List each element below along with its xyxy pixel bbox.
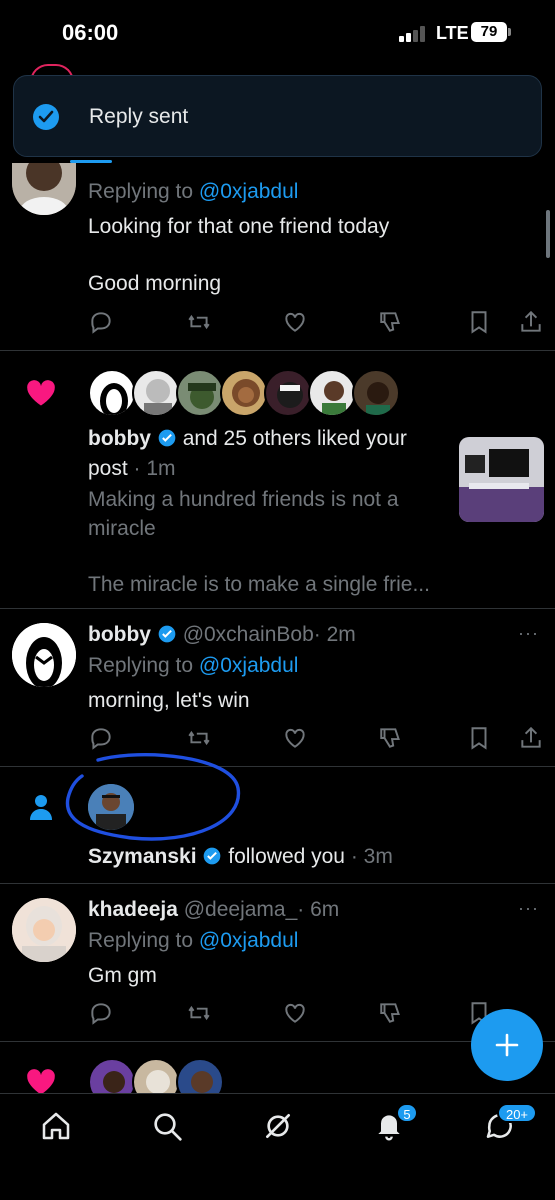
avatar[interactable] [264,369,312,417]
user-name[interactable]: Szymanski [88,845,197,868]
replying-to-line: Replying to @0xjabdul [88,180,299,203]
more-options-icon[interactable]: ··· [518,898,539,919]
more-options-icon[interactable]: ··· [518,623,539,644]
notifications-badge: 5 [396,1103,418,1123]
like-icon[interactable] [282,309,308,335]
search-icon[interactable] [151,1110,183,1142]
retweet-icon[interactable] [186,1000,212,1026]
avatar[interactable] [88,784,134,830]
avatar[interactable] [352,369,400,417]
user-handle: @deejama_ [183,898,298,921]
follow-line: Szymanski followed you · 3m [88,845,393,868]
like-icon[interactable] [282,1000,308,1026]
action-bar [88,309,548,337]
timestamp: · 6m [297,898,340,921]
avatar[interactable] [176,369,224,417]
user-name[interactable]: khadeeja [88,898,178,921]
user-handle: @0xchainBob [182,623,314,646]
verified-badge-icon [158,625,176,643]
replying-to-handle[interactable]: @0xjabdul [199,180,299,203]
notification-reply-khadeeja[interactable]: khadeeja @deejama_· 6m ··· Replying to @… [0,884,555,1042]
messages-badge: 20+ [497,1103,537,1123]
status-time: 06:00 [62,20,119,45]
avatar[interactable] [132,369,180,417]
post-preview-line1: Making a hundred friends is not a [88,488,399,511]
compose-button[interactable] [471,1009,543,1081]
share-icon[interactable] [518,725,544,751]
replying-to-handle[interactable]: @0xjabdul [199,654,299,677]
like-line2: post · 1m [88,457,176,480]
reply-header: bobby @0xchainBob· 2m [88,623,356,647]
notification-reply-1[interactable]: Replying to @0xjabdul Looking for that o… [0,163,555,351]
timestamp: · 3m [350,845,393,868]
avatar[interactable] [308,369,356,417]
share-icon[interactable] [518,309,544,335]
downvote-icon[interactable] [378,1000,404,1026]
liker-avatars[interactable] [88,369,408,417]
network-label: LTE [436,23,469,43]
replying-to-line: Replying to @0xjabdul [88,654,299,677]
reply-body-line1: Looking for that one friend today [88,215,390,238]
like-line1: bobby and 25 others liked your [88,427,407,450]
avatar[interactable] [12,898,76,962]
person-icon [30,795,52,820]
notification-follow[interactable]: Szymanski followed you · 3m [0,767,555,884]
notification-reply-bobby[interactable]: bobby @0xchainBob· 2m ··· Replying to @0… [0,609,555,767]
avatar[interactable] [220,369,268,417]
verified-badge-icon [158,429,176,447]
reply-body: morning, let's win [88,689,250,712]
retweet-icon[interactable] [186,309,212,335]
status-bar: 06:00 LTE 79 [0,0,555,64]
avatar[interactable] [88,369,136,417]
post-preview-line3: The miracle is to make a single frie... [88,573,430,596]
bookmark-icon[interactable] [466,725,492,751]
user-name[interactable]: bobby [88,623,151,646]
heart-icon [27,1069,55,1095]
verified-badge-icon [204,847,221,865]
scrollbar[interactable] [546,210,550,258]
notification-like[interactable]: bobby and 25 others liked your post · 1m… [0,351,555,609]
reply-body-line2: Good morning [88,272,222,295]
plus-icon [495,1033,519,1057]
avatar[interactable] [12,623,76,687]
post-thumbnail[interactable] [459,437,544,522]
signal-icon [399,26,427,42]
reply-icon[interactable] [88,309,114,335]
avatar[interactable] [12,163,76,215]
grok-icon[interactable] [262,1110,294,1142]
timestamp: · 2m [313,623,356,646]
check-icon [33,104,59,130]
battery-icon: 79 [471,22,511,42]
retweet-icon[interactable] [186,725,212,751]
user-name[interactable]: bobby [88,427,151,450]
home-icon[interactable] [40,1110,72,1142]
bottom-nav: 5 20+ [0,1093,555,1200]
post-preview-line2: miracle [88,517,156,540]
reply-body: Gm gm [88,964,157,987]
reply-header: khadeeja @deejama_· 6m [88,898,339,922]
bookmark-icon[interactable] [466,309,492,335]
timestamp: · 1m [133,457,176,480]
replying-to-handle[interactable]: @0xjabdul [199,929,299,952]
like-icon[interactable] [282,725,308,751]
downvote-icon[interactable] [378,725,404,751]
heart-icon [27,380,55,406]
replying-to-line: Replying to @0xjabdul [88,929,299,952]
reply-icon[interactable] [88,1000,114,1026]
reply-icon[interactable] [88,725,114,751]
reply-sent-toast[interactable]: Reply sent [13,75,542,157]
toast-text: Reply sent [89,105,189,128]
action-bar [88,725,548,753]
downvote-icon[interactable] [378,309,404,335]
